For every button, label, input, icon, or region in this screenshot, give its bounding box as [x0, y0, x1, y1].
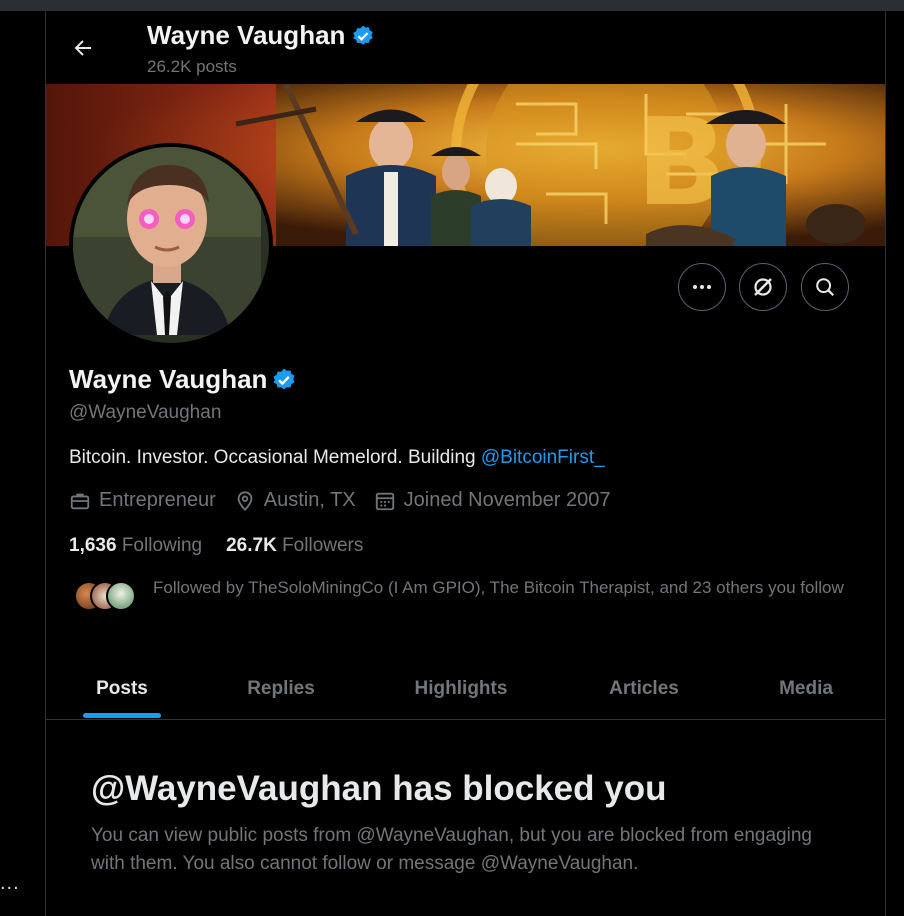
bio-mention-link[interactable]: @BitcoinFirst_ — [481, 447, 605, 468]
profile-name-text: Wayne Vaughan — [69, 364, 268, 394]
follow-stats: 1,636 Following 26.7K Followers — [69, 535, 363, 557]
following-link[interactable]: 1,636 Following — [69, 535, 202, 556]
profile-column: Wayne Vaughan 26.2K posts B Wayne Vaugha… — [45, 11, 886, 916]
followed-by-text: Followed by TheSoloMiningCo (I Am GPIO),… — [153, 578, 844, 597]
verified-badge-icon — [353, 25, 374, 45]
occupation-item: Entrepreneur — [69, 489, 216, 512]
bio-text: Bitcoin. Investor. Occasional Memelord. … — [69, 447, 481, 468]
window-top-strip — [0, 0, 904, 11]
followers-count: 26.7K — [226, 535, 277, 556]
occupation-text: Entrepreneur — [99, 489, 216, 511]
tab-highlights[interactable]: Highlights — [391, 659, 531, 719]
joined-item: Joined November 2007 — [374, 489, 611, 512]
back-arrow-icon — [74, 40, 91, 56]
back-button[interactable] — [68, 33, 98, 63]
header-title: Wayne Vaughan — [147, 20, 375, 51]
header-post-count: 26.2K posts — [147, 57, 237, 76]
tab-media[interactable]: Media — [751, 659, 861, 719]
followers-link[interactable]: 26.7K Followers — [226, 535, 363, 556]
location-item: Austin, TX — [234, 489, 356, 512]
tab-posts[interactable]: Posts — [63, 659, 181, 719]
profile-tabs: Posts Replies Highlights Articles Media — [46, 659, 885, 720]
more-icon — [693, 285, 711, 289]
tab-replies[interactable]: Replies — [220, 659, 342, 719]
profile-handle: @WayneVaughan — [69, 402, 222, 423]
profile-bio: Bitcoin. Investor. Occasional Memelord. … — [69, 447, 605, 469]
more-options-button[interactable] — [678, 263, 726, 311]
grok-button[interactable] — [739, 263, 787, 311]
blocked-message: You can view public posts from @WayneVau… — [91, 825, 812, 874]
briefcase-icon — [70, 493, 90, 509]
following-label: Following — [121, 535, 203, 556]
header-name-text: Wayne Vaughan — [147, 20, 346, 50]
profile-avatar[interactable] — [69, 143, 273, 347]
search-icon — [816, 278, 835, 297]
verified-badge-icon[interactable] — [271, 367, 297, 393]
tab-articles[interactable]: Articles — [581, 659, 707, 719]
following-count: 1,636 — [69, 535, 117, 556]
profile-name: Wayne Vaughan — [69, 364, 297, 395]
calendar-icon — [375, 492, 394, 510]
followers-label: Followers — [282, 535, 364, 556]
location-text: Austin, TX — [263, 489, 356, 511]
avatar-photo — [73, 147, 261, 335]
location-pin-icon — [237, 490, 253, 511]
blocked-title: @WayneVaughan has blocked you — [91, 769, 667, 808]
joined-text: Joined November 2007 — [403, 489, 611, 511]
followed-by-avatars — [74, 581, 136, 611]
profile-header: Wayne Vaughan 26.2K posts — [46, 11, 885, 84]
active-tab-indicator — [83, 713, 161, 718]
grok-icon — [754, 278, 772, 296]
search-profile-button[interactable] — [801, 263, 849, 311]
follower-avatar — [106, 581, 136, 611]
profile-meta: Entrepreneur Austin, TX Joined November … — [69, 489, 628, 512]
left-nav-more[interactable]: ... — [0, 872, 20, 895]
